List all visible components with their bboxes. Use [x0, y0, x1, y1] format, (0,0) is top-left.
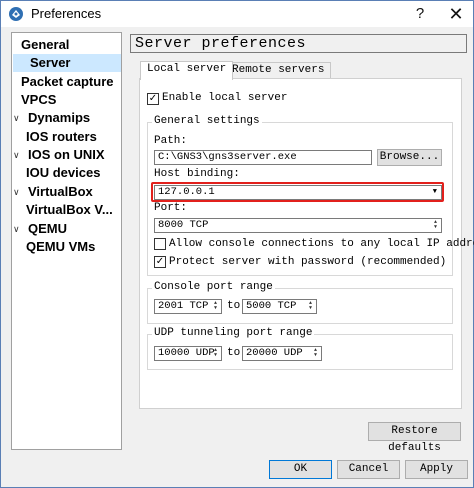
udp-port-from-value: 10000 UDP [158, 347, 215, 359]
udp-port-from-stepper[interactable]: 10000 UDP ▲ ▼ [154, 346, 222, 361]
protect-server-label: Protect server with password (recommende… [169, 256, 447, 268]
sidebar-item-label: QEMU VMs [26, 239, 96, 254]
spin-arrows-icon[interactable]: ▲ ▼ [211, 348, 220, 359]
sidebar-item-label: Packet capture [21, 74, 114, 89]
console-port-to-value: 5000 TCP [246, 300, 297, 312]
enable-local-server-checkbox[interactable]: ✓ [147, 93, 159, 105]
sidebar-item-label: IOS routers [26, 129, 97, 144]
apply-button[interactable]: Apply [405, 460, 468, 479]
sidebar-item-vpcs[interactable]: VPCS [12, 91, 56, 109]
port-value: 8000 TCP [158, 219, 209, 231]
sidebar-item-label: IOU devices [26, 165, 101, 180]
chevron-down-icon[interactable]: ∨ [13, 220, 20, 238]
sidebar-item-label: Dynamips [28, 110, 91, 125]
sidebar-item-iou-devices[interactable]: IOU devices [12, 164, 100, 182]
udp-port-to-label: to [227, 347, 241, 359]
sidebar-item-label: VPCS [21, 92, 57, 107]
spin-arrows-icon[interactable]: ▲ ▼ [311, 348, 320, 359]
preferences-sidebar: General Server Packet capture VPCS ∨ Dyna… [11, 32, 122, 450]
sidebar-item-ios-on-unix[interactable]: ∨ IOS on UNIX [12, 146, 105, 164]
sidebar-item-virtualbox-vms[interactable]: VirtualBox V... [12, 201, 113, 219]
tab-remote-servers[interactable]: Remote servers [225, 62, 332, 79]
sidebar-item-label: General [21, 37, 70, 52]
udp-port-to-value: 20000 UDP [246, 347, 303, 359]
title-bar: Preferences ? ✕ [1, 1, 473, 27]
sidebar-item-qemu[interactable]: ∨ QEMU [12, 220, 67, 238]
allow-console-checkbox[interactable] [154, 238, 166, 250]
chevron-down-icon[interactable]: ∨ [13, 109, 20, 127]
console-port-to-stepper[interactable]: 5000 TCP ▲ ▼ [242, 299, 317, 314]
console-port-from-stepper[interactable]: 2001 TCP ▲ ▼ [154, 299, 222, 314]
window-title: Preferences [31, 6, 102, 21]
spin-arrows-icon[interactable]: ▲ ▼ [431, 220, 440, 231]
spin-arrows-icon[interactable]: ▲ ▼ [306, 301, 315, 312]
sidebar-item-ios-routers[interactable]: IOS routers [12, 128, 97, 146]
app-icon [9, 7, 23, 21]
console-port-to-label: to [227, 300, 241, 312]
page-title: Server preferences [130, 34, 467, 53]
preferences-window: Preferences ? ✕ General Server Packet ca… [0, 0, 474, 488]
sidebar-item-label: QEMU [28, 221, 67, 236]
sidebar-item-dynamips[interactable]: ∨ Dynamips [12, 109, 90, 127]
path-input[interactable]: C:\GNS3\gns3server.exe [154, 150, 372, 165]
help-icon[interactable]: ? [405, 3, 435, 25]
sidebar-item-label: VirtualBox V... [26, 202, 113, 217]
sidebar-item-qemu-vms[interactable]: QEMU VMs [12, 238, 95, 256]
console-port-range-title: Console port range [152, 281, 275, 293]
sidebar-item-label: Server [30, 55, 71, 70]
enable-local-server-label: Enable local server [162, 92, 288, 104]
tab-local-server[interactable]: Local server [140, 61, 234, 80]
highlight-annotation [151, 182, 444, 202]
sidebar-item-general[interactable]: General [12, 36, 69, 54]
sidebar-item-virtualbox[interactable]: ∨ VirtualBox [12, 183, 93, 201]
ok-button[interactable]: OK [269, 460, 332, 479]
sidebar-item-server[interactable]: Server [13, 54, 121, 72]
console-port-from-value: 2001 TCP [158, 300, 209, 312]
browse-button[interactable]: Browse... [377, 149, 442, 166]
udp-port-to-stepper[interactable]: 20000 UDP ▲ ▼ [242, 346, 322, 361]
sidebar-item-packet-capture[interactable]: Packet capture [12, 73, 114, 91]
sidebar-item-label: VirtualBox [28, 184, 93, 199]
restore-defaults-button[interactable]: Restore defaults [368, 422, 461, 454]
spin-arrows-icon[interactable]: ▲ ▼ [211, 301, 220, 312]
sidebar-item-label: IOS on UNIX [28, 147, 105, 162]
cancel-button[interactable]: Cancel [337, 460, 400, 479]
chevron-down-icon[interactable]: ∨ [13, 183, 20, 201]
udp-port-range-title: UDP tunneling port range [152, 327, 315, 339]
protect-server-checkbox[interactable]: ✓ [154, 256, 166, 268]
close-icon[interactable]: ✕ [441, 3, 471, 25]
general-settings-title: General settings [152, 115, 262, 127]
port-stepper[interactable]: 8000 TCP ▲ ▼ [154, 218, 442, 233]
chevron-down-icon[interactable]: ∨ [13, 146, 20, 164]
host-binding-label: Host binding: [154, 168, 240, 180]
port-label: Port: [154, 202, 188, 214]
allow-console-label: Allow console connections to any local I… [169, 238, 474, 250]
path-label: Path: [154, 135, 188, 147]
